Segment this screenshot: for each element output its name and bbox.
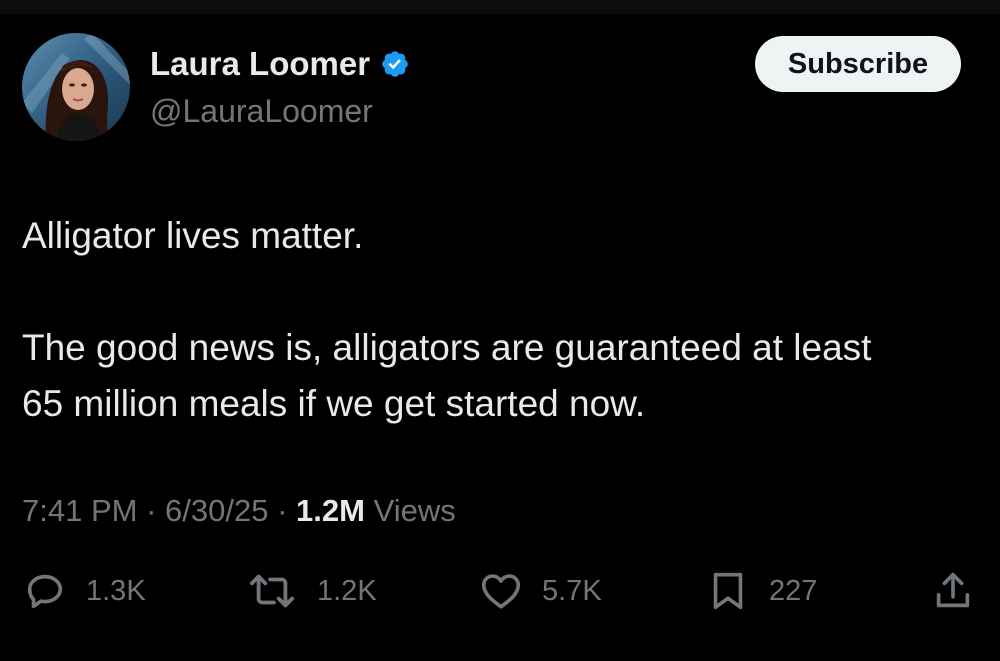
tweet-paragraph-2-line-2: 65 million meals if we get started now. bbox=[22, 383, 646, 424]
avatar[interactable] bbox=[22, 33, 130, 141]
avatar-photo bbox=[22, 33, 130, 141]
like-button[interactable]: 5.7K bbox=[478, 566, 602, 616]
bookmark-count: 227 bbox=[769, 574, 818, 607]
reply-button[interactable]: 1.3K bbox=[22, 566, 146, 616]
views-count[interactable]: 1.2M bbox=[296, 493, 365, 528]
reply-icon bbox=[22, 568, 68, 614]
meta-separator: · bbox=[277, 493, 288, 528]
heart-icon bbox=[478, 568, 524, 614]
subscribe-button[interactable]: Subscribe bbox=[755, 36, 961, 92]
tweet-time[interactable]: 7:41 PM bbox=[22, 493, 137, 528]
tweet-paragraph-1: Alligator lives matter. bbox=[22, 215, 364, 256]
repost-icon bbox=[245, 568, 299, 614]
tweet-text: Alligator lives matter. The good news is… bbox=[22, 208, 992, 432]
author-name-row[interactable]: Laura Loomer bbox=[150, 42, 410, 86]
tweet-date[interactable]: 6/30/25 bbox=[165, 493, 268, 528]
tweet-meta: 7:41 PM · 6/30/25 · 1.2M Views bbox=[22, 491, 456, 531]
repost-button[interactable]: 1.2K bbox=[245, 566, 377, 616]
share-button[interactable] bbox=[930, 566, 976, 616]
share-icon bbox=[930, 568, 976, 614]
author-handle[interactable]: @LauraLoomer bbox=[150, 90, 373, 132]
top-edge-strip bbox=[0, 0, 1000, 14]
bookmark-icon bbox=[705, 568, 751, 614]
author-display-name[interactable]: Laura Loomer bbox=[150, 42, 370, 86]
bookmark-button[interactable]: 227 bbox=[705, 566, 817, 616]
repost-count: 1.2K bbox=[317, 574, 377, 607]
reply-count: 1.3K bbox=[86, 574, 146, 607]
tweet-paragraph-2-line-1: The good news is, alligators are guarant… bbox=[22, 327, 872, 368]
views-label[interactable]: Views bbox=[374, 493, 456, 528]
verified-badge-icon bbox=[380, 49, 410, 79]
like-count: 5.7K bbox=[542, 574, 602, 607]
meta-separator: · bbox=[146, 493, 157, 528]
